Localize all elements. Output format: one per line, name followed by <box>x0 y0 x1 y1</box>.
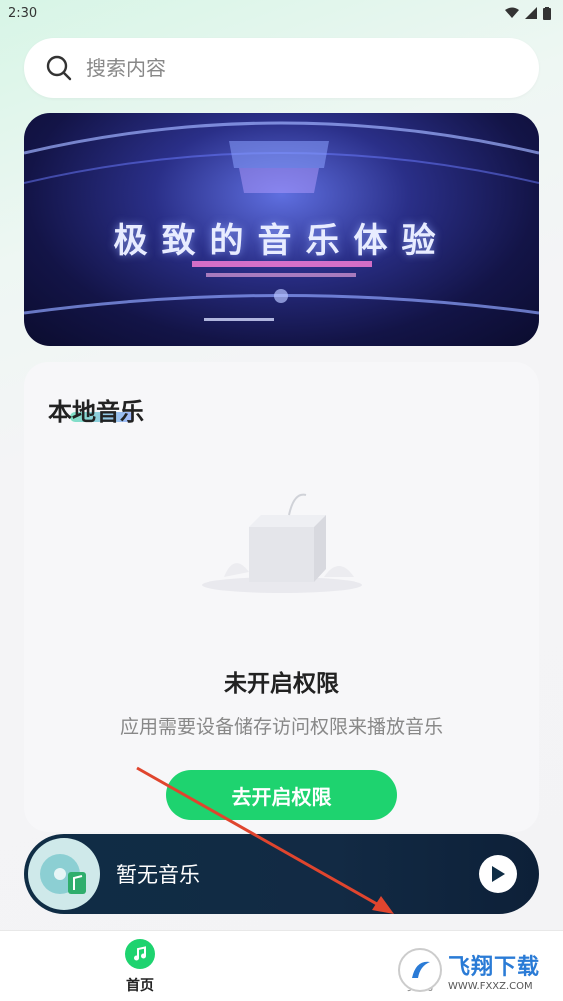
mini-player[interactable]: 暂无音乐 <box>24 834 539 914</box>
enable-permission-button[interactable]: 去开启权限 <box>166 770 397 820</box>
music-note-icon <box>125 939 155 969</box>
watermark-url: WWW.FXXZ.COM <box>448 980 533 992</box>
search-input[interactable] <box>86 56 486 80</box>
watermark-logo <box>398 948 442 992</box>
signal-icon <box>525 7 537 19</box>
permission-title: 未开启权限 <box>224 671 339 697</box>
music-disc-icon <box>40 854 86 894</box>
nav-tab-home[interactable]: 首页 <box>110 939 170 995</box>
play-icon <box>492 866 505 882</box>
player-track-title: 暂无音乐 <box>116 863 200 887</box>
promo-banner[interactable]: 极致的音乐体验 <box>24 113 539 346</box>
search-bar[interactable] <box>24 38 539 98</box>
section-title: 本地音乐 <box>48 398 144 426</box>
watermark: 飞翔下载 WWW.FXXZ.COM <box>398 942 558 998</box>
nav-label-home: 首页 <box>126 978 154 994</box>
play-button[interactable] <box>479 855 517 893</box>
watermark-brand: 飞翔下载 <box>448 954 541 980</box>
local-music-card: 本地音乐 未开启权限 应用需要设备储存访问权限来播放音乐 去开启权限 <box>24 362 539 832</box>
status-icons <box>505 6 551 20</box>
wifi-icon <box>505 7 519 18</box>
permission-description: 应用需要设备储存访问权限来播放音乐 <box>119 716 443 738</box>
status-time: 2:30 <box>8 5 38 21</box>
album-cover[interactable] <box>28 838 100 910</box>
status-bar: 2:30 <box>0 0 563 26</box>
banner-title: 极致的音乐体验 <box>113 221 450 261</box>
battery-icon <box>543 6 551 20</box>
search-icon <box>46 55 72 81</box>
empty-box-icon <box>202 493 362 593</box>
